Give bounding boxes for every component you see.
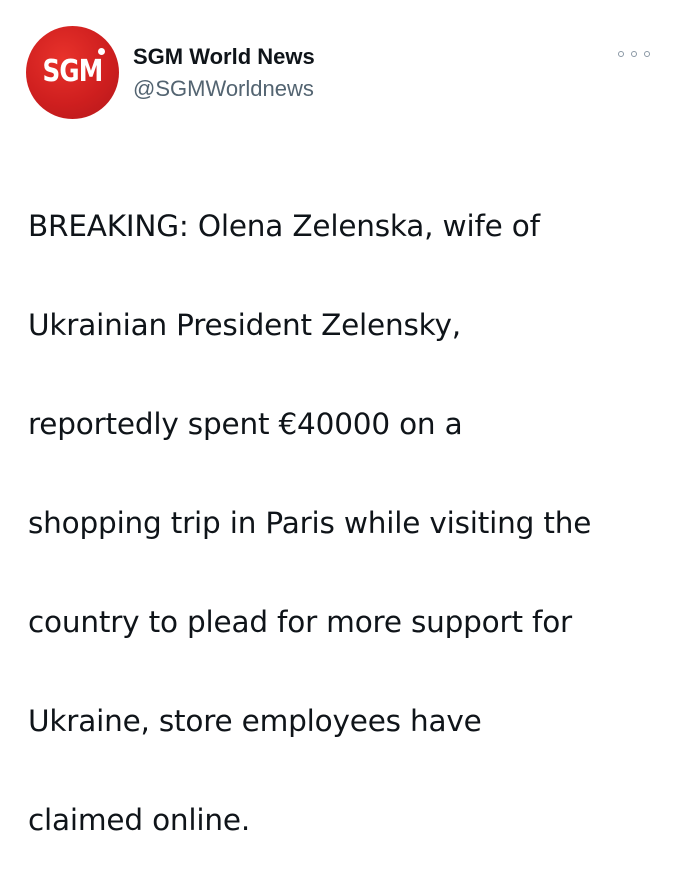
tweet-text-line: reportedly spent €40000 on a [28, 406, 463, 441]
tweet-text-line: BREAKING: Olena Zelenska, wife of [28, 208, 540, 243]
more-options-icon[interactable] [618, 46, 650, 62]
avatar-logo-dot [98, 48, 105, 55]
more-dot [644, 51, 650, 57]
tweet-text-line: Ukrainian President Zelensky, [28, 307, 461, 342]
avatar-logo-text: SGM [42, 54, 104, 89]
tweet-text-line: country to plead for more support for [28, 604, 572, 639]
avatar[interactable]: SGM [26, 26, 119, 119]
more-dot [618, 51, 624, 57]
author-display-name[interactable]: SGM World News [133, 44, 315, 70]
tweet-text-line: shopping trip in Paris while visiting th… [28, 505, 592, 540]
tweet-text-line: claimed online. [28, 802, 251, 837]
tweet-text: BREAKING: Olena Zelenska, wife of Ukrain… [28, 152, 658, 895]
tweet-text-line: Ukraine, store employees have [28, 703, 482, 738]
more-dot [631, 51, 637, 57]
author-handle[interactable]: @SGMWorldnews [133, 76, 314, 102]
tweet-card: SGM SGM World News @SGMWorldnews BREAKIN… [0, 0, 679, 837]
